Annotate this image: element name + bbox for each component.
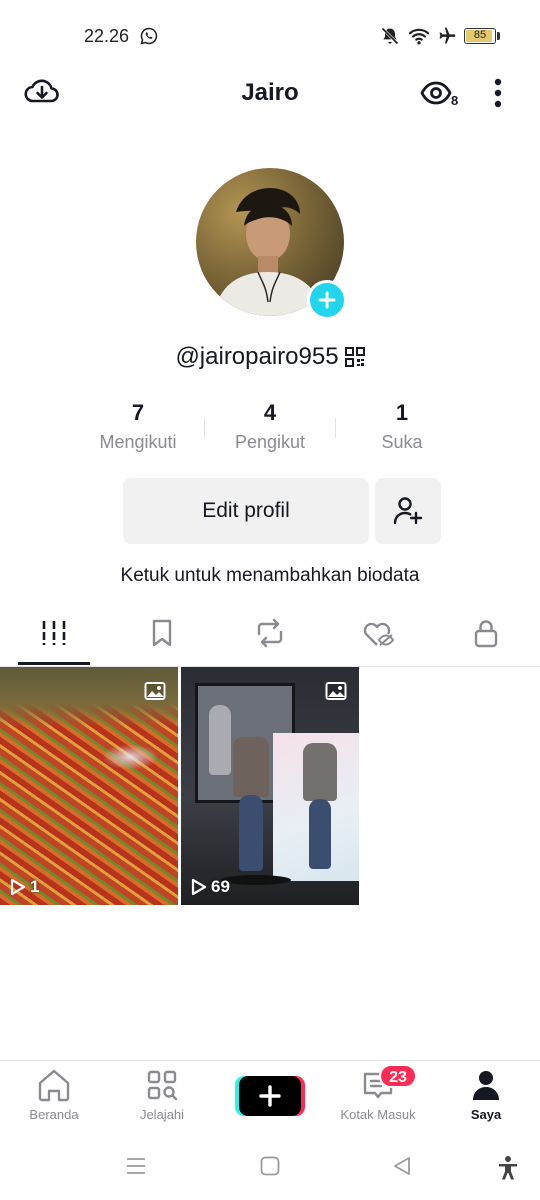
active-tab-indicator: [18, 662, 90, 665]
cloud-download-icon[interactable]: [24, 76, 60, 108]
recent-apps-icon[interactable]: [125, 1155, 147, 1177]
play-count: 69: [191, 877, 230, 897]
play-count-value: 1: [30, 877, 40, 896]
play-icon: [10, 878, 26, 896]
add-user-icon: [393, 497, 423, 525]
bottom-nav-divider: [0, 1060, 540, 1061]
nav-discover[interactable]: Jelajahi: [108, 1068, 216, 1122]
repost-icon: [257, 618, 283, 648]
add-friends-button[interactable]: [375, 478, 441, 544]
stat-following[interactable]: 7 Mengikuti: [73, 400, 203, 453]
home-system-icon[interactable]: [259, 1155, 281, 1177]
bell-muted-icon: [380, 26, 400, 46]
wifi-icon: [408, 26, 430, 46]
stat-followers-label: Pengikut: [234, 432, 306, 452]
qr-code-icon[interactable]: [344, 347, 365, 367]
accessibility-icon[interactable]: [497, 1155, 519, 1181]
nav-profile[interactable]: Saya: [432, 1068, 540, 1122]
page-title: Jairo: [241, 79, 299, 106]
photo-post-icon: [325, 681, 347, 701]
nav-inbox-label: Kotak Masuk: [340, 1107, 416, 1122]
bookmark-icon: [152, 619, 172, 647]
profile-views-count: 8: [451, 93, 459, 108]
nav-home-label: Beranda: [29, 1107, 79, 1122]
stat-likes-label: Suka: [381, 432, 423, 452]
lock-icon: [474, 620, 498, 648]
username: @jairopairo955: [175, 343, 339, 370]
edit-profile-button[interactable]: Edit profil: [123, 478, 369, 544]
tab-videos[interactable]: [0, 612, 108, 666]
liked-hidden-icon: [363, 622, 395, 646]
play-count: 1: [10, 877, 39, 897]
tab-favorites[interactable]: [108, 612, 216, 666]
tab-liked[interactable]: [324, 612, 432, 666]
videos-grid-icon: [42, 621, 66, 645]
stat-followers-count: 4: [263, 400, 277, 425]
profile-views-eye-icon[interactable]: [420, 80, 452, 106]
video-thumbnail[interactable]: 1: [0, 667, 178, 905]
profile-person-icon: [473, 1071, 499, 1100]
whatsapp-notification-icon: [140, 27, 158, 45]
status-time: 22.26: [84, 26, 130, 46]
stat-following-count: 7: [131, 400, 145, 425]
nav-discover-label: Jelajahi: [139, 1107, 185, 1122]
play-count-value: 69: [211, 877, 230, 896]
stat-followers[interactable]: 4 Pengikut: [205, 400, 335, 453]
more-options-icon[interactable]: [494, 78, 502, 108]
play-icon: [191, 878, 207, 896]
battery-indicator: 85: [464, 28, 496, 44]
stat-likes[interactable]: 1 Suka: [337, 400, 467, 453]
airplane-mode-icon: [436, 26, 458, 46]
stat-divider: [335, 418, 336, 438]
battery-cap: [497, 32, 500, 40]
photo-post-icon: [144, 681, 166, 701]
tab-private[interactable]: [432, 612, 540, 666]
create-post-button[interactable]: [239, 1076, 301, 1116]
username-row: @jairopairo955: [0, 343, 540, 371]
plus-icon: [259, 1085, 281, 1107]
back-system-icon[interactable]: [391, 1155, 413, 1177]
stat-following-label: Mengikuti: [99, 432, 177, 452]
home-icon: [38, 1069, 70, 1102]
inbox-notification-badge: 23: [379, 1064, 417, 1088]
stat-likes-count: 1: [395, 400, 409, 425]
bio-prompt[interactable]: Ketuk untuk menambahkan biodata: [0, 565, 540, 587]
nav-home[interactable]: Beranda: [0, 1068, 108, 1122]
video-thumbnail[interactable]: 69: [181, 667, 359, 905]
tab-reposts[interactable]: [216, 612, 324, 666]
discover-grid-icon: [147, 1070, 178, 1101]
battery-level: 85: [473, 29, 487, 41]
nav-profile-label: Saya: [470, 1107, 502, 1122]
add-avatar-button[interactable]: [307, 280, 347, 320]
